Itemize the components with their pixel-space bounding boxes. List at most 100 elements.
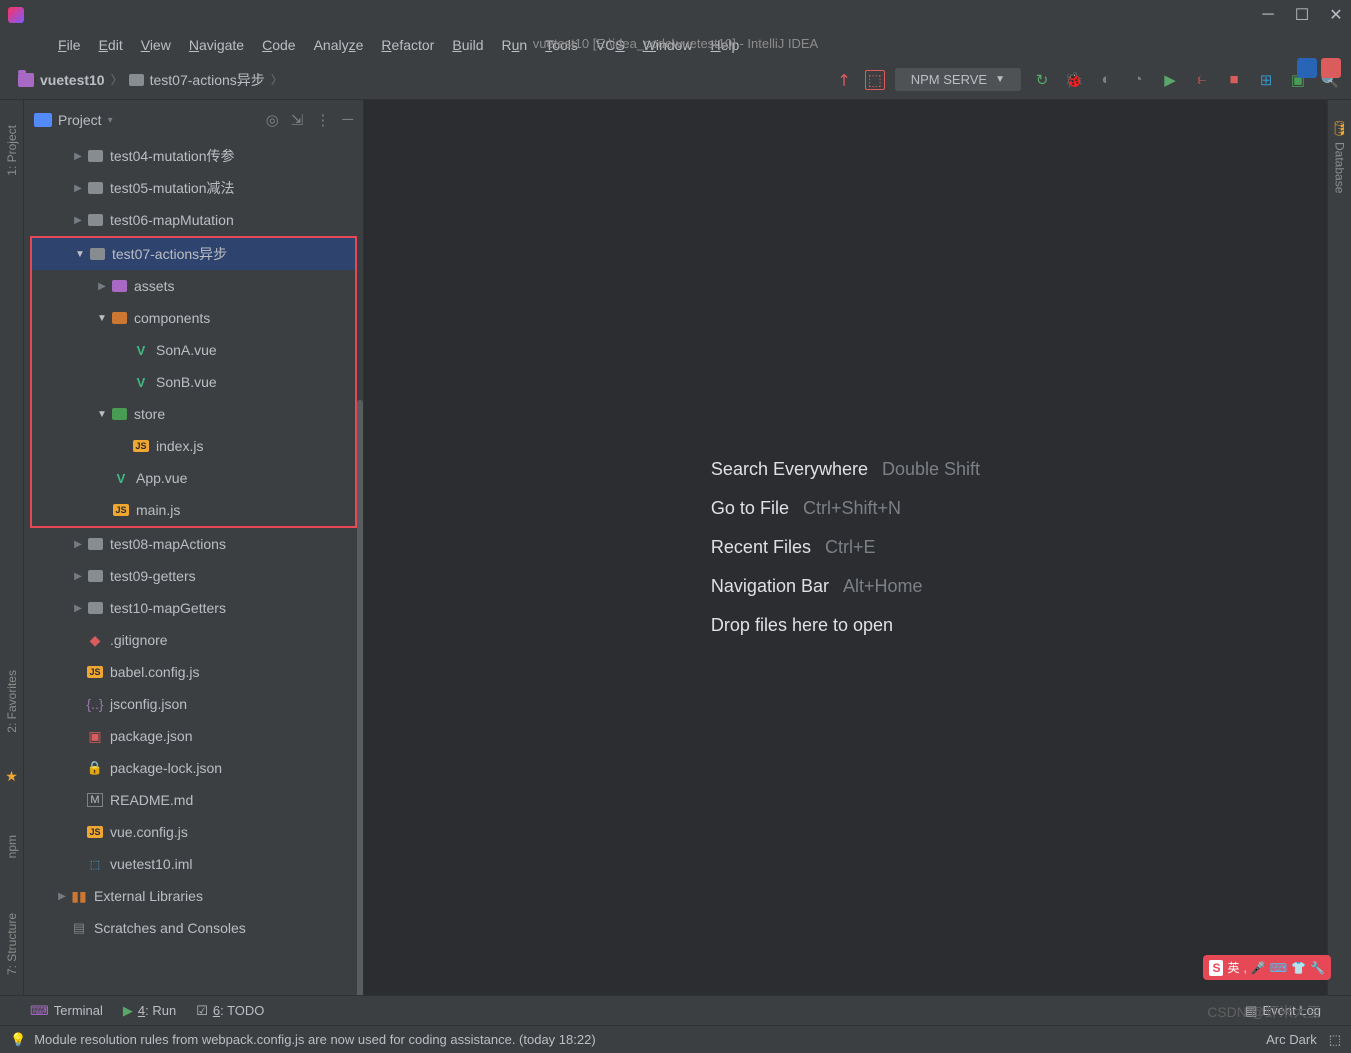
panel-title-label: Project (58, 112, 102, 128)
project-tree[interactable]: ▶ test04-mutation传参 ▶ test05-mutation减法 … (24, 140, 363, 995)
badge-2 (1321, 58, 1341, 78)
editor-area[interactable]: Search Everywhere Double Shift Go to Fil… (364, 100, 1327, 995)
tree-item[interactable]: ▤ Scratches and Consoles (24, 912, 363, 944)
bug-icon[interactable]: 🐞 (1063, 69, 1085, 91)
js-icon: JS (133, 440, 148, 452)
terminal-tab[interactable]: ⌨ Terminal (30, 1003, 103, 1019)
welcome-recent: Recent Files (711, 537, 811, 558)
reload-icon[interactable]: ↻ (1031, 69, 1053, 91)
strip-database[interactable]: Database (1331, 137, 1349, 198)
stop-icon[interactable]: ■ (1223, 69, 1245, 91)
breadcrumb-root[interactable]: vuetest10 (18, 72, 105, 88)
menu-bar: File Edit View Navigate Code Analyze Ref… (0, 30, 1351, 60)
tree-item[interactable]: 🔒 package-lock.json (24, 752, 363, 784)
collapse-icon[interactable]: ▼ (94, 409, 110, 420)
strip-structure[interactable]: 7: Structure (3, 908, 21, 980)
tree-item[interactable]: {..} jsconfig.json (24, 688, 363, 720)
tree-item[interactable]: ▶ test08-mapActions (24, 528, 363, 560)
tree-item[interactable]: ▣ package.json (24, 720, 363, 752)
tree-item[interactable]: ▶ test10-mapGetters (24, 592, 363, 624)
tree-label: test07-actions异步 (112, 244, 227, 264)
tree-item[interactable]: ⬚ vuetest10.iml (24, 848, 363, 880)
todo-tab[interactable]: ☑ 6: TODO (196, 1003, 264, 1019)
window-title: vuetest10 [E:\idea_code\vuetest10] - Int… (533, 36, 818, 51)
tree-label: SonA.vue (156, 342, 217, 358)
run-tab[interactable]: ▶ 4: Run (123, 1003, 176, 1019)
expand-icon[interactable]: ▶ (70, 215, 86, 226)
run-icon[interactable]: ▶ (1159, 69, 1181, 91)
tree-item[interactable]: V App.vue (32, 462, 355, 494)
lock-icon: 🔒 (86, 760, 104, 776)
tree-item[interactable]: ▶ test06-mapMutation (24, 204, 363, 236)
collapse-icon[interactable]: ▼ (72, 249, 88, 260)
coverage-icon[interactable]: ◐ (1095, 69, 1117, 91)
shortcut: Ctrl+Shift+N (803, 498, 901, 519)
maximize-button[interactable]: ☐ (1295, 8, 1309, 22)
menu-file[interactable]: File (50, 33, 89, 57)
attach-icon[interactable]: ⥼ (1191, 69, 1213, 91)
tree-item[interactable]: V SonA.vue (32, 334, 355, 366)
tree-item[interactable]: JS babel.config.js (24, 656, 363, 688)
tree-item[interactable]: JS main.js (32, 494, 355, 526)
welcome-search: Search Everywhere (711, 459, 868, 480)
expand-icon[interactable]: ▶ (70, 183, 86, 194)
menu-code[interactable]: Code (254, 33, 303, 57)
tree-item[interactable]: M README.md (24, 784, 363, 816)
target-icon[interactable]: ◎ (266, 111, 279, 129)
menu-navigate[interactable]: Navigate (181, 33, 252, 57)
menu-view[interactable]: View (133, 33, 179, 57)
run-config-dropdown[interactable]: NPM SERVE ▼ (895, 68, 1021, 91)
tree-item[interactable]: ▶ test05-mutation减法 (24, 172, 363, 204)
build-icon[interactable]: ↗ (828, 64, 859, 95)
strip-favorites[interactable]: 2: Favorites (3, 665, 21, 738)
expand-icon[interactable]: ▶ (70, 539, 86, 550)
tree-label: App.vue (136, 470, 187, 486)
tree-item[interactable]: ▶ test09-getters (24, 560, 363, 592)
hide-icon[interactable]: ─ (342, 111, 353, 129)
welcome-drop: Drop files here to open (711, 615, 893, 636)
strip-npm[interactable]: npm (3, 830, 21, 863)
collapse-icon[interactable]: ⇲ (291, 111, 304, 129)
expand-icon[interactable]: ▶ (70, 151, 86, 162)
expand-icon[interactable]: ▶ (94, 281, 110, 292)
vue-icon: V (132, 342, 150, 358)
strip-project[interactable]: 1: Project (3, 120, 21, 181)
npm-icon: ▣ (86, 728, 104, 744)
tree-label: README.md (110, 792, 193, 808)
js-icon: JS (87, 826, 102, 838)
settings-icon[interactable]: ⋮ (315, 111, 330, 129)
iml-icon: ⬚ (86, 856, 104, 872)
tree-item[interactable]: JS index.js (32, 430, 355, 462)
js-icon: JS (113, 504, 128, 516)
menu-analyze[interactable]: Analyze (306, 33, 372, 57)
tree-label: test05-mutation减法 (110, 178, 235, 198)
menu-edit[interactable]: Edit (91, 33, 131, 57)
panel-title-dropdown[interactable]: Project ▾ (34, 112, 113, 128)
tree-label: babel.config.js (110, 664, 200, 680)
vue-icon: V (132, 374, 150, 390)
menu-refactor[interactable]: Refactor (373, 33, 442, 57)
minimize-button[interactable]: ─ (1261, 8, 1275, 22)
profile-icon[interactable]: ◔ (1127, 69, 1149, 91)
kbd-icon: ⌨ (1270, 961, 1287, 975)
expand-icon[interactable]: ▶ (70, 571, 86, 582)
tree-item[interactable]: ▶ assets (32, 270, 355, 302)
tree-item[interactable]: ▶ test04-mutation传参 (24, 140, 363, 172)
expand-icon[interactable]: ▶ (54, 891, 70, 902)
scrollbar[interactable] (357, 400, 363, 995)
select-run-icon[interactable]: ⬚ (865, 70, 885, 90)
menu-build[interactable]: Build (444, 33, 491, 57)
tree-item[interactable]: V SonB.vue (32, 366, 355, 398)
tree-item[interactable]: ▼ components (32, 302, 355, 334)
breadcrumb-path[interactable]: test07-actions异步 (129, 70, 265, 90)
collapse-icon[interactable]: ▼ (94, 313, 110, 324)
tree-item[interactable]: ▶ ▮▮ External Libraries (24, 880, 363, 912)
tree-item[interactable]: ▼ store (32, 398, 355, 430)
close-button[interactable]: ✕ (1329, 8, 1343, 22)
tree-item[interactable]: JS vue.config.js (24, 816, 363, 848)
tree-item-selected[interactable]: ▼ test07-actions异步 (32, 238, 355, 270)
tree-item[interactable]: ◆ .gitignore (24, 624, 363, 656)
expand-icon[interactable]: ▶ (70, 603, 86, 614)
menu-run[interactable]: Run (494, 33, 536, 57)
layout-icon[interactable]: ⊞ (1255, 69, 1277, 91)
